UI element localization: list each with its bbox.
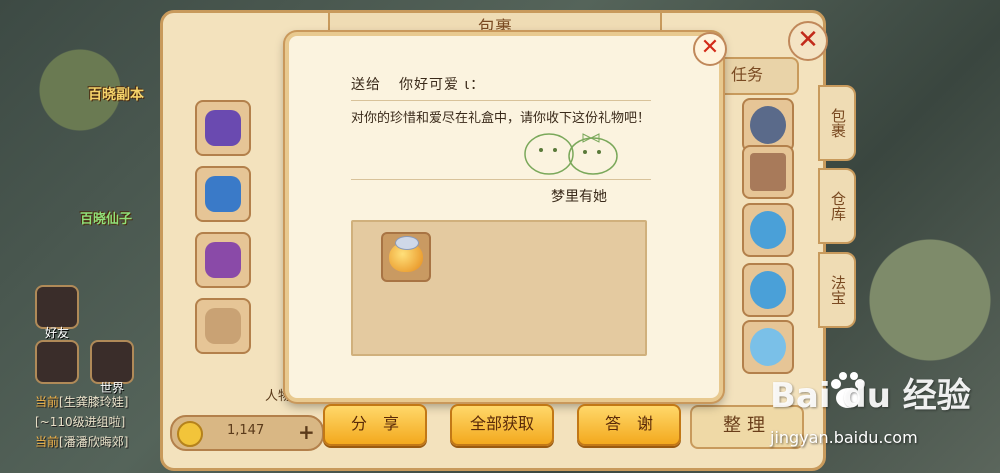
equipment-slot[interactable] bbox=[195, 298, 251, 354]
gift-item-slot[interactable] bbox=[381, 232, 431, 282]
friends-label: 好友 bbox=[44, 326, 69, 340]
chat-button[interactable] bbox=[35, 340, 79, 384]
recipient-line: 送给 你好可爱 ι： bbox=[351, 74, 485, 94]
inventory-slot[interactable] bbox=[742, 203, 794, 257]
tab-treasure[interactable]: 法宝 bbox=[818, 252, 856, 328]
coin-amount: 1,147 bbox=[227, 423, 265, 438]
sender-name: 梦里有她 bbox=[551, 189, 607, 205]
inventory-slot[interactable] bbox=[742, 263, 794, 317]
to-label: 送给 bbox=[351, 77, 381, 93]
empty-slot-icon bbox=[205, 308, 241, 344]
coin-icon bbox=[177, 421, 203, 447]
bowl-icon bbox=[750, 328, 786, 366]
gift-container bbox=[351, 220, 647, 356]
gem-icon bbox=[750, 211, 786, 249]
equipment-slot[interactable] bbox=[195, 100, 251, 156]
recipient-name: 你好可爱 ι： bbox=[399, 77, 486, 93]
divider bbox=[351, 100, 651, 101]
friends-button[interactable]: 好友 bbox=[35, 285, 79, 340]
close-icon[interactable]: ✕ bbox=[788, 21, 828, 61]
bow-icon bbox=[395, 236, 419, 250]
gem-icon bbox=[750, 271, 786, 309]
collect-all-button[interactable]: 全部获取 bbox=[450, 404, 554, 446]
add-coins-button[interactable]: + bbox=[298, 420, 315, 444]
chat-line[interactable]: 当前[潘潘欣晦郊] bbox=[35, 433, 128, 450]
close-icon[interactable]: ✕ bbox=[693, 32, 727, 66]
scene-label-npc: 百晓仙子 bbox=[80, 212, 133, 227]
couple-emoticon-icon bbox=[524, 133, 618, 175]
watermark-url: jingyan.baidu.com bbox=[770, 428, 918, 447]
share-button[interactable]: 分 享 bbox=[323, 404, 427, 446]
armor-icon bbox=[205, 110, 241, 146]
voice-button[interactable]: 世界 bbox=[90, 340, 134, 395]
tab-storage[interactable]: 仓库 bbox=[818, 168, 856, 244]
watermark-brand: Bai du 经验 bbox=[770, 376, 971, 416]
item-icon bbox=[750, 106, 786, 144]
tab-backpack[interactable]: 包裹 bbox=[818, 85, 856, 161]
gift-dialog: ✕ 送给 你好可爱 ι： 对你的珍惜和爱尽在礼盒中，请你收下这份礼物吧！ 梦里有她 bbox=[285, 32, 727, 402]
divider bbox=[351, 179, 651, 180]
thanks-button[interactable]: 答 谢 bbox=[577, 404, 681, 446]
equipment-slot[interactable] bbox=[195, 232, 251, 288]
equipment-slot[interactable] bbox=[195, 166, 251, 222]
inventory-slot[interactable] bbox=[742, 98, 794, 152]
currency-bar: 1,147 + bbox=[170, 415, 324, 451]
inventory-slot[interactable] bbox=[742, 145, 794, 199]
chat-line[interactable]: 当前[生龚膝玲娃] bbox=[35, 393, 128, 410]
boots-icon bbox=[205, 242, 241, 278]
scene-label-copy: 百晓副本 bbox=[88, 87, 144, 103]
book-icon bbox=[750, 153, 786, 191]
crystal-icon bbox=[205, 176, 241, 212]
inventory-slot[interactable] bbox=[742, 320, 794, 374]
chat-line[interactable]: [~110级进组啦] bbox=[35, 413, 125, 430]
